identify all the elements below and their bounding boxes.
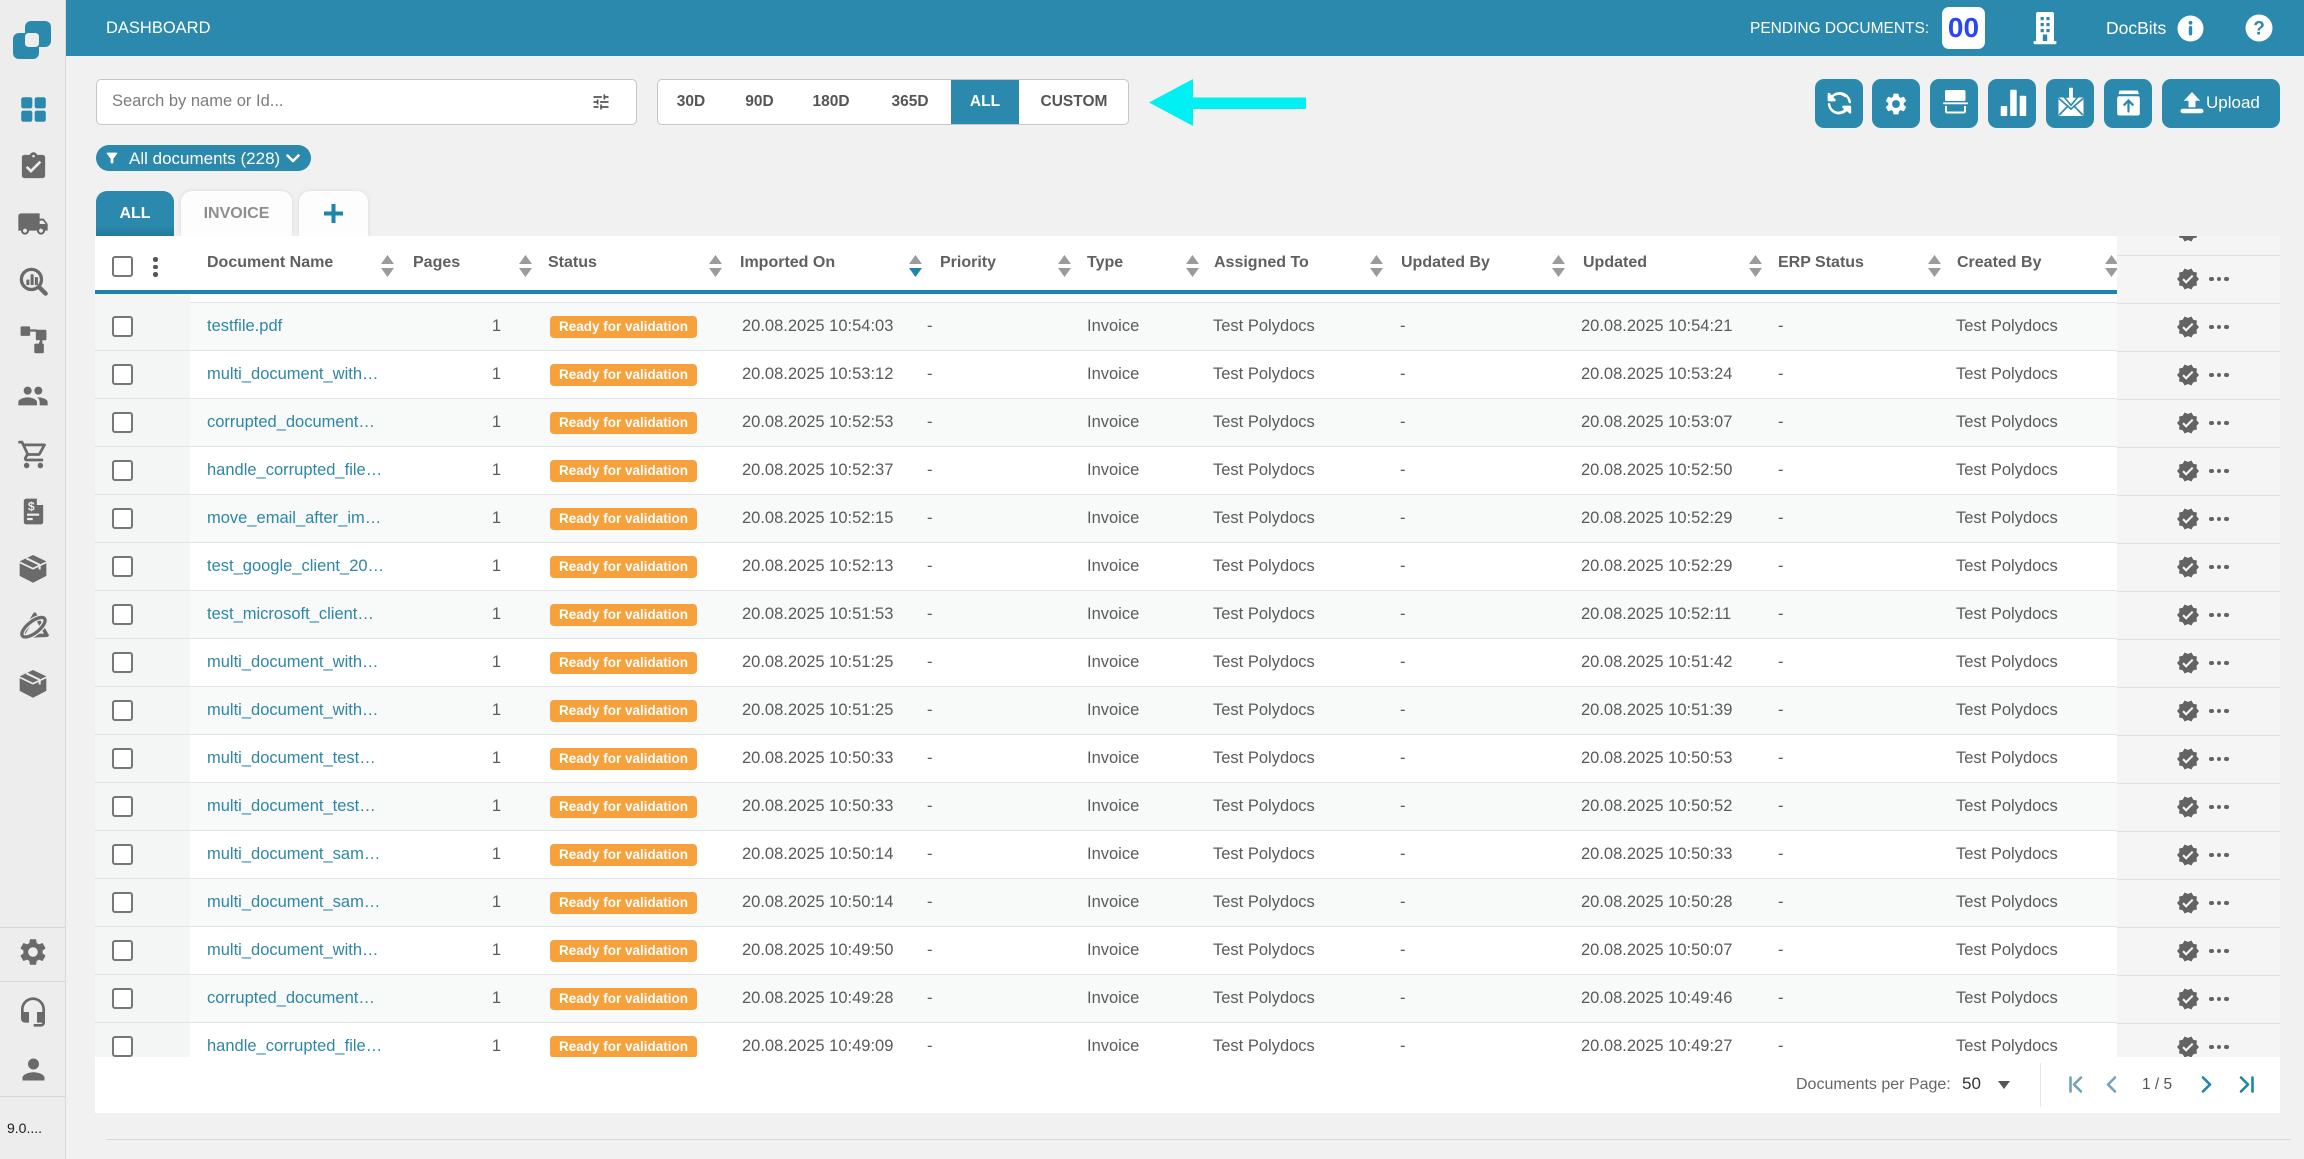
svg-text:$: $ xyxy=(28,500,35,514)
svg-text:?: ? xyxy=(2253,19,2265,40)
